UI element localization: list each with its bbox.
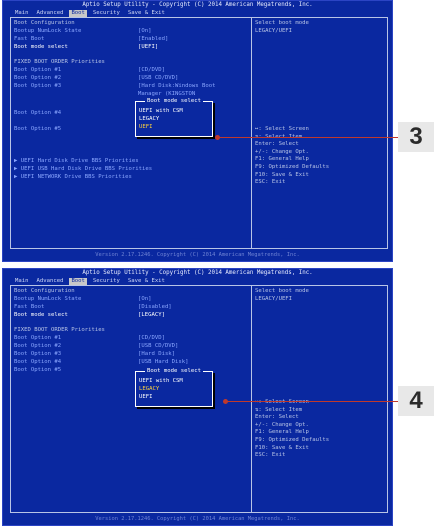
settings-panel: Boot Configuration Bootup NumLock State … — [10, 17, 388, 249]
uefi-usb-priorities-link[interactable]: ▶ UEFI USB Hard Disk Drive BBS Prioritie… — [14, 166, 152, 174]
boot-option-1-label[interactable]: Boot Option #1 — [14, 335, 61, 343]
section-boot-configuration: Boot Configuration — [14, 288, 75, 294]
numlock-value[interactable]: [On] — [138, 28, 151, 36]
bios-header: Aptio Setup Utility - Copyright (C) 2014… — [3, 1, 392, 18]
settings-panel: Boot Configuration Bootup NumLock State … — [10, 285, 388, 513]
tab-boot[interactable]: Boot — [69, 9, 87, 18]
boot-mode-value[interactable]: [LEGACY] — [138, 312, 165, 320]
section-boot-configuration: Boot Configuration — [14, 20, 75, 26]
help-text: Select boot mode LEGACY/UEFI — [255, 20, 309, 34]
boot-mode-value[interactable]: [UEFI] — [138, 44, 158, 52]
bios-tabs: Main Advanced Boot Security Save & Exit — [13, 277, 167, 286]
boot-mode-popup[interactable]: Boot mode select UEFI with CSM LEGACY UE… — [135, 368, 213, 407]
bios-screen-legacy: Aptio Setup Utility - Copyright (C) 2014… — [2, 268, 393, 526]
popup-option-legacy[interactable]: LEGACY — [139, 116, 159, 124]
key-legend: ↔: Select Screen ⇅: Select Item Enter: S… — [255, 399, 330, 459]
popup-option-uefi-csm[interactable]: UEFI with CSM — [139, 108, 183, 116]
bios-title: Aptio Setup Utility - Copyright (C) 2014… — [82, 2, 313, 8]
popup-title: Boot mode select — [145, 368, 203, 374]
panel-divider — [251, 286, 252, 512]
boot-option-5-label[interactable]: Boot Option #5 — [14, 367, 61, 375]
boot-option-4-label[interactable]: Boot Option #4 — [14, 359, 61, 367]
bios-footer: Version 2.17.1246. Copyright (C) 2014 Am… — [95, 252, 300, 259]
bios-footer: Version 2.17.1246. Copyright (C) 2014 Am… — [95, 516, 300, 523]
tab-save-exit[interactable]: Save & Exit — [126, 10, 167, 18]
boot-option-3-label[interactable]: Boot Option #3 — [14, 83, 61, 91]
boot-mode-label[interactable]: Boot mode select — [14, 44, 68, 52]
callout-line — [219, 137, 398, 138]
section-fixed-boot-order: FIXED BOOT ORDER Priorities — [14, 327, 105, 333]
fast-boot-value[interactable]: [Enabled] — [138, 36, 168, 44]
boot-option-3-value[interactable]: [Hard Disk] — [138, 351, 175, 359]
fast-boot-value[interactable]: [Disabled] — [138, 304, 172, 312]
tab-advanced[interactable]: Advanced — [34, 10, 65, 18]
boot-option-2-value[interactable]: [USB CD/DVD] — [138, 75, 178, 83]
boot-option-3-label[interactable]: Boot Option #3 — [14, 351, 61, 359]
tab-security[interactable]: Security — [91, 10, 122, 18]
boot-option-3-value[interactable]: [Hard Disk:Windows Boot — [138, 83, 215, 91]
boot-option-1-value[interactable]: [CD/DVD] — [138, 335, 165, 343]
boot-option-5-label[interactable]: Boot Option #5 — [14, 126, 61, 134]
boot-option-4-label[interactable]: Boot Option #4 — [14, 110, 61, 118]
tab-main[interactable]: Main — [13, 10, 30, 18]
callout-line — [227, 401, 398, 402]
popup-option-uefi-csm[interactable]: UEFI with CSM — [139, 378, 183, 386]
uefi-network-priorities-link[interactable]: ▶ UEFI NETWORK Drive BBS Priorities — [14, 174, 132, 182]
boot-option-2-value[interactable]: [USB CD/DVD] — [138, 343, 178, 351]
bios-tabs: Main Advanced Boot Security Save & Exit — [13, 9, 167, 18]
popup-option-legacy[interactable]: LEGACY — [139, 386, 159, 394]
bios-header: Aptio Setup Utility - Copyright (C) 2014… — [3, 269, 392, 286]
numlock-value[interactable]: [On] — [138, 296, 151, 304]
fast-boot-label[interactable]: Fast Boot — [14, 36, 44, 44]
popup-option-uefi[interactable]: UEFI — [139, 124, 152, 132]
panel-divider — [251, 18, 252, 248]
step-badge-3: 3 — [398, 122, 434, 152]
uefi-hdd-priorities-link[interactable]: ▶ UEFI Hard Disk Drive BBS Priorities — [14, 158, 139, 166]
tab-save-exit[interactable]: Save & Exit — [126, 278, 167, 286]
bios-screen-uefi: Aptio Setup Utility - Copyright (C) 2014… — [2, 0, 393, 262]
boot-option-4-value[interactable]: [USB Hard Disk] — [138, 359, 189, 367]
numlock-label[interactable]: Bootup NumLock State — [14, 28, 81, 36]
key-legend: ↔: Select Screen ⇅: Select Item Enter: S… — [255, 126, 330, 186]
step-badge-4: 4 — [398, 386, 434, 416]
numlock-label[interactable]: Bootup NumLock State — [14, 296, 81, 304]
help-text: Select boot mode LEGACY/UEFI — [255, 288, 309, 302]
boot-option-2-label[interactable]: Boot Option #2 — [14, 75, 61, 83]
boot-mode-label[interactable]: Boot mode select — [14, 312, 68, 320]
tab-boot[interactable]: Boot — [69, 277, 87, 286]
tab-advanced[interactable]: Advanced — [34, 278, 65, 286]
boot-option-1-label[interactable]: Boot Option #1 — [14, 67, 61, 75]
popup-title: Boot mode select — [145, 98, 203, 104]
fast-boot-label[interactable]: Fast Boot — [14, 304, 44, 312]
bios-title: Aptio Setup Utility - Copyright (C) 2014… — [82, 270, 313, 276]
boot-option-1-value[interactable]: [CD/DVD] — [138, 67, 165, 75]
tab-main[interactable]: Main — [13, 278, 30, 286]
boot-mode-popup[interactable]: Boot mode select UEFI with CSM LEGACY UE… — [135, 98, 213, 137]
tab-security[interactable]: Security — [91, 278, 122, 286]
boot-option-2-label[interactable]: Boot Option #2 — [14, 343, 61, 351]
section-fixed-boot-order: FIXED BOOT ORDER Priorities — [14, 59, 105, 65]
popup-option-uefi[interactable]: UEFI — [139, 394, 152, 402]
